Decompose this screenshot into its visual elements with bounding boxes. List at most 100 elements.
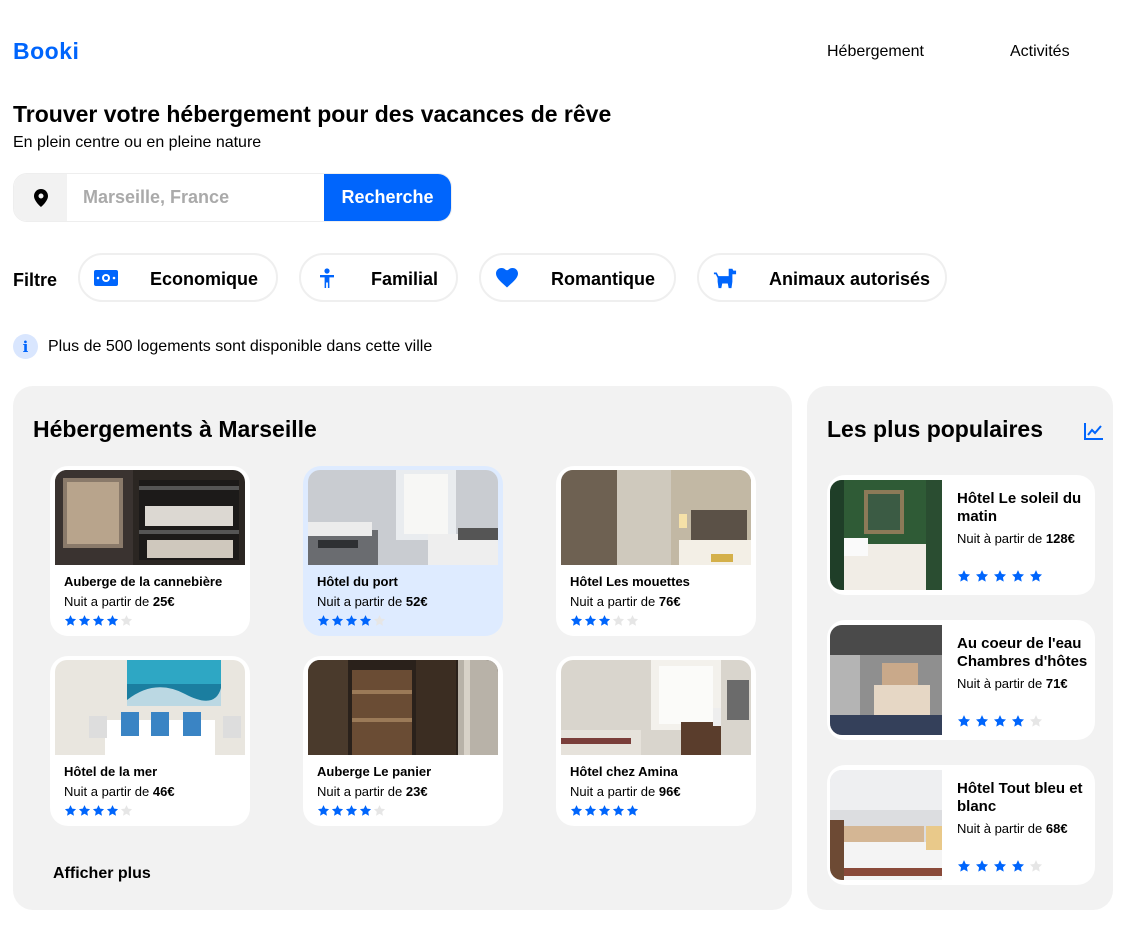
listing-card[interactable]: Auberge Le panier Nuit a partir de 23€ [303,656,503,826]
popular-photo [830,625,942,735]
listing-name: Auberge de la cannebière [64,574,223,589]
star-empty-icon [612,615,625,626]
star-filled-icon [570,615,583,626]
listing-name: Hôtel du port [317,574,398,589]
popular-name: Au coeur de l'eau Chambres d'hôtes [957,635,1088,670]
popular-name: Hôtel Tout bleu et blanc [957,780,1083,815]
search-input[interactable] [67,174,324,221]
star-filled-icon [1011,860,1025,872]
listing-photo [308,660,498,755]
rating-stars [64,804,133,817]
filter-economique-label: Economique [150,269,259,289]
page-subtitle: En plein centre ou en pleine nature [13,134,262,151]
star-filled-icon [975,570,989,582]
listing-card[interactable]: Hôtel chez Amina Nuit a partir de 96€ [556,656,756,826]
star-filled-icon [626,805,639,816]
rating-stars [957,714,1043,728]
popular-photo [830,480,942,590]
search-button[interactable]: Recherche [324,174,451,221]
listing-price: Nuit a partir de 52€ [317,594,428,609]
filter-familial[interactable]: Familial [299,253,458,302]
star-filled-icon [975,860,989,872]
star-filled-icon [106,615,119,626]
rating-stars [317,804,386,817]
popular-title: Les plus populaires [827,416,1043,442]
info-text: Plus de 500 logements sont disponible da… [48,337,433,355]
listing-name: Hôtel de la mer [64,764,158,779]
star-filled-icon [584,805,597,816]
star-filled-icon [64,615,77,626]
star-filled-icon [1011,570,1025,582]
star-empty-icon [373,615,386,626]
rating-stars [957,569,1043,583]
listing-photo [561,660,751,755]
listing-card[interactable]: Hôtel Les mouettes Nuit a partir de 76€ [556,466,756,636]
filter-romantique-label: Romantique [551,269,656,289]
rating-stars [957,859,1043,873]
star-filled-icon [331,805,344,816]
star-filled-icon [359,805,372,816]
rating-stars [570,614,639,627]
popular-card[interactable]: Hôtel Le soleil du matin Nuit à partir d… [827,475,1095,595]
nav-hebergement-link[interactable]: Hébergement [827,43,924,61]
filter-economique[interactable]: Economique [78,253,278,302]
star-filled-icon [345,805,358,816]
listing-card[interactable]: Hôtel de la mer Nuit a partir de 46€ [50,656,250,826]
listing-price: Nuit a partir de 23€ [317,784,428,799]
star-empty-icon [120,805,133,816]
money-icon [94,267,118,289]
heart-icon [495,267,519,289]
star-filled-icon [957,715,971,727]
popular-photo [830,770,942,880]
filter-romantique[interactable]: Romantique [479,253,676,302]
star-empty-icon [1029,860,1043,872]
listing-photo [308,470,498,565]
listing-photo [55,660,245,755]
star-empty-icon [1029,715,1043,727]
rating-stars [317,614,386,627]
star-filled-icon [1011,715,1025,727]
star-filled-icon [612,805,625,816]
booki-logo[interactable]: Booki [13,38,79,65]
filter-familial-label: Familial [371,269,439,289]
star-filled-icon [598,805,611,816]
popular-price: Nuit à partir de 71€ [957,676,1068,691]
popular-price: Nuit à partir de 68€ [957,821,1068,836]
filter-label: Filtre [13,270,58,290]
nav-activites-link[interactable]: Activités [1010,43,1070,61]
listings-panel: Hébergements à Marseille Auberge de la c… [13,386,792,910]
star-filled-icon [359,615,372,626]
location-pin-icon [14,174,67,221]
listing-price: Nuit a partir de 25€ [64,594,175,609]
listing-name: Hôtel Les mouettes [570,574,690,589]
rating-stars [570,804,639,817]
rating-stars [64,614,133,627]
listing-card[interactable]: Hôtel du port Nuit a partir de 52€ [303,466,503,636]
page-title: Trouver votre hébergement pour des vacan… [13,101,612,127]
star-filled-icon [584,615,597,626]
listing-card[interactable]: Auberge de la cannebière Nuit a partir d… [50,466,250,636]
star-filled-icon [92,615,105,626]
listing-name: Auberge Le panier [317,764,432,779]
star-filled-icon [598,615,611,626]
filter-animaux-label: Animaux autorisés [769,269,931,289]
star-filled-icon [317,615,330,626]
star-filled-icon [993,570,1007,582]
listing-price: Nuit a partir de 96€ [570,784,681,799]
popular-card[interactable]: Hôtel Tout bleu et blanc Nuit à partir d… [827,765,1095,885]
listings-title: Hébergements à Marseille [33,416,317,442]
star-empty-icon [373,805,386,816]
listing-name: Hôtel chez Amina [570,764,678,779]
show-more-link[interactable]: Afficher plus [53,865,151,883]
filter-animaux[interactable]: Animaux autorisés [697,253,947,302]
star-filled-icon [345,615,358,626]
popular-price: Nuit à partir de 128€ [957,531,1075,546]
star-filled-icon [92,805,105,816]
popular-name: Hôtel Le soleil du matin [957,490,1082,525]
person-icon [315,267,339,289]
search-bar: Recherche [13,173,452,222]
info-icon: i [13,334,38,359]
popular-card[interactable]: Au coeur de l'eau Chambres d'hôtes Nuit … [827,620,1095,740]
star-filled-icon [64,805,77,816]
star-filled-icon [317,805,330,816]
